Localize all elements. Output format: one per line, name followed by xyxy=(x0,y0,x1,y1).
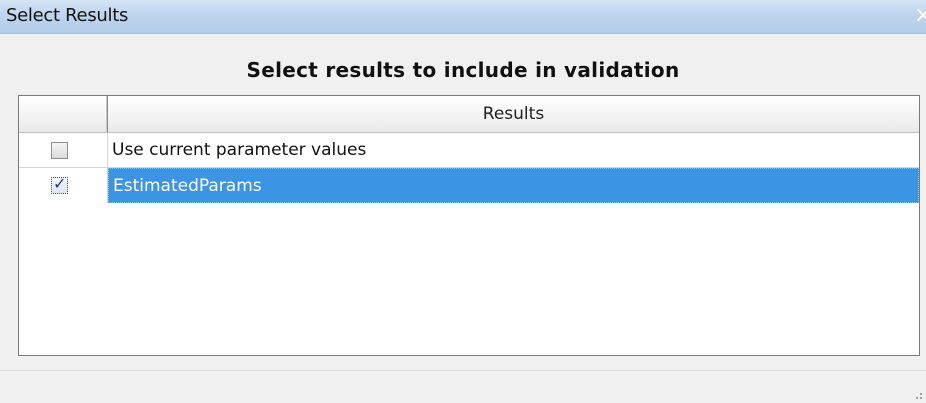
table-header: Results xyxy=(19,96,919,133)
table-row[interactable]: Use current parameter values xyxy=(19,133,919,168)
results-table: Results Use current parameter values ✓ E… xyxy=(18,95,920,356)
result-label[interactable]: Use current parameter values xyxy=(108,133,919,168)
close-icon[interactable]: × xyxy=(914,3,926,27)
check-cell: ✓ xyxy=(19,168,108,203)
result-label[interactable]: EstimatedParams xyxy=(108,168,919,203)
table-row-selected[interactable]: ✓ EstimatedParams xyxy=(19,168,919,203)
dialog-heading: Select results to include in validation xyxy=(246,58,680,82)
resize-grip-icon[interactable] xyxy=(912,389,922,399)
checkbox-estimated-params[interactable]: ✓ xyxy=(51,174,68,194)
title-bar: Select Results × xyxy=(0,0,926,34)
status-bar xyxy=(0,370,926,403)
column-header-check[interactable] xyxy=(19,96,107,132)
window-title: Select Results xyxy=(6,5,129,26)
check-cell xyxy=(19,133,108,168)
column-header-results[interactable]: Results xyxy=(107,96,919,132)
checkmark-icon: ✓ xyxy=(53,174,67,193)
checkbox-use-current[interactable] xyxy=(51,142,68,159)
